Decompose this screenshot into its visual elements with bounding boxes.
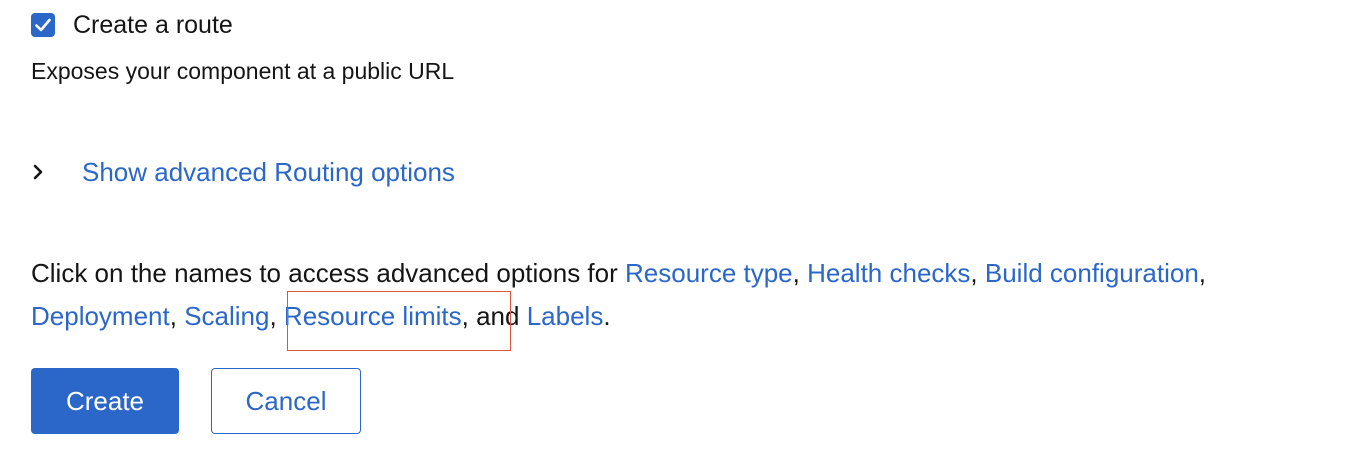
advanced-options-text: Click on the names to access advanced op…	[31, 252, 1331, 338]
create-route-checkbox[interactable]	[31, 13, 55, 37]
separator: ,	[970, 258, 985, 288]
separator: ,	[269, 301, 284, 331]
create-button[interactable]: Create	[31, 368, 179, 434]
separator: ,	[169, 301, 185, 331]
resource-limits-link[interactable]: Resource limits	[284, 301, 462, 331]
separator: ,	[1198, 258, 1207, 288]
sentence-end: .	[603, 301, 611, 331]
advanced-routing-toggle[interactable]: Show advanced Routing options	[31, 152, 455, 192]
create-route-label[interactable]: Create a route	[73, 8, 233, 42]
scaling-link[interactable]: Scaling	[184, 301, 269, 331]
deployment-link[interactable]: Deployment	[31, 301, 170, 331]
advanced-routing-link[interactable]: Show advanced Routing options	[82, 152, 455, 192]
create-route-row: Create a route	[31, 8, 233, 42]
separator: ,	[792, 258, 808, 288]
separator-and: , and	[461, 301, 527, 331]
labels-link[interactable]: Labels	[527, 301, 604, 331]
checkmark-icon	[35, 18, 51, 32]
chevron-right-icon	[31, 163, 55, 181]
cancel-button[interactable]: Cancel	[211, 368, 361, 434]
create-route-helper-text: Exposes your component at a public URL	[31, 58, 455, 84]
resource-type-link[interactable]: Resource type	[625, 258, 793, 288]
advanced-options-intro: Click on the names to access advanced op…	[31, 258, 625, 288]
build-configuration-link[interactable]: Build configuration	[985, 258, 1199, 288]
health-checks-link[interactable]: Health checks	[807, 258, 970, 288]
